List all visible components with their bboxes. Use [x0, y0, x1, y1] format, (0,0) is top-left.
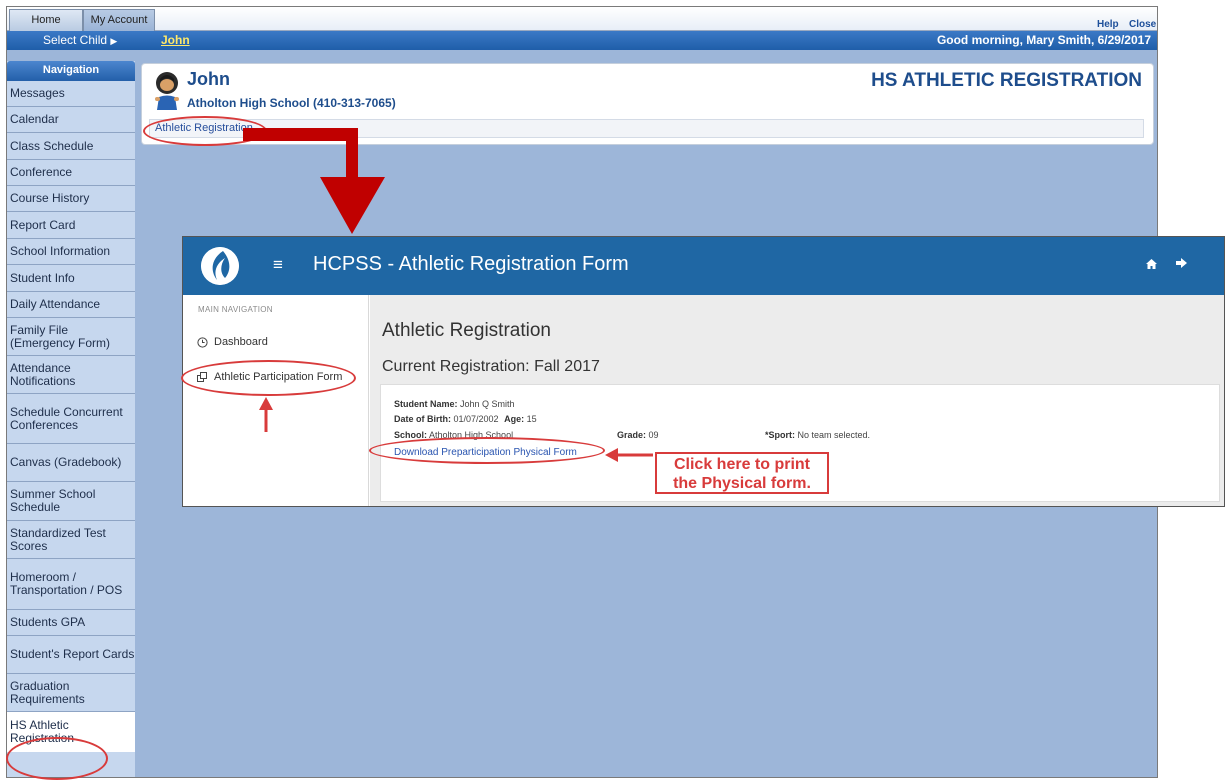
sport-row: *Sport: No team selected.: [765, 430, 870, 440]
highlight-oval-hs-athletic-registration: [6, 737, 108, 780]
hcpss-app-title: HCPSS - Athletic Registration Form: [313, 253, 629, 275]
student-name-row: Student Name: John Q Smith: [394, 399, 515, 409]
nav-item-messages[interactable]: Messages: [7, 81, 135, 107]
chevron-right-icon: ▶: [110, 36, 118, 46]
student-name: John: [187, 69, 230, 89]
close-link[interactable]: Close: [1129, 19, 1156, 30]
nav-item-students-gpa[interactable]: Students GPA: [7, 610, 135, 636]
registration-heading: Athletic Registration: [382, 320, 551, 341]
nav-item-family-file[interactable]: Family File (Emergency Form): [7, 318, 135, 356]
nav-item-summer-school-schedule[interactable]: Summer School Schedule: [7, 482, 135, 521]
navigation-header: Navigation: [7, 61, 135, 81]
tab-my-account[interactable]: My Account: [83, 9, 155, 31]
age-value: 15: [526, 414, 537, 424]
nav-item-students-report-cards[interactable]: Student's Report Cards: [7, 636, 135, 674]
dob-value: 01/07/2002: [453, 414, 499, 424]
dob-label: Date of Birth:: [394, 414, 451, 424]
select-child-text: Select Child: [43, 33, 108, 47]
nav-item-graduation-requirements[interactable]: Graduation Requirements: [7, 674, 135, 712]
greeting-text: Good morning, Mary Smith, 6/29/2017: [936, 33, 1151, 47]
nav-item-attendance-notifications[interactable]: Attendance Notifications: [7, 356, 135, 394]
nav-item-student-info[interactable]: Student Info: [7, 265, 135, 292]
dob-row: Date of Birth: 01/07/2002 Age: 15: [394, 414, 537, 424]
grade-value: 09: [648, 430, 659, 440]
hcpss-header: ≡ HCPSS - Athletic Registration Form: [183, 237, 1224, 295]
child-name-link[interactable]: John: [161, 33, 190, 47]
student-header-panel: John Atholton High School (410-313-7065)…: [141, 63, 1154, 145]
nav-dashboard[interactable]: Dashboard: [197, 336, 268, 348]
student-avatar-icon: [155, 72, 179, 110]
home-icon[interactable]: [1146, 259, 1157, 269]
student-full-name: John Q Smith: [460, 399, 515, 409]
clock-icon: [197, 336, 208, 348]
callout-line-1: Click here to print: [673, 456, 811, 473]
callout-line-2: the Physical form.: [673, 475, 811, 492]
nav-item-homeroom-transportation-pos[interactable]: Homeroom / Transportation / POS: [7, 559, 135, 610]
hcpss-sidebar: MAIN NAVIGATION Dashboard Athletic Parti…: [183, 295, 369, 506]
tab-home[interactable]: Home: [9, 9, 83, 31]
nav-item-daily-attendance[interactable]: Daily Attendance: [7, 292, 135, 318]
help-link[interactable]: Help: [1097, 19, 1119, 30]
student-school: Atholton High School (410-313-7065): [187, 96, 396, 110]
sport-label: *Sport:: [765, 430, 795, 440]
nav-item-report-card[interactable]: Report Card: [7, 212, 135, 239]
nav-item-calendar[interactable]: Calendar: [7, 107, 135, 133]
hamburger-menu-icon[interactable]: ≡: [273, 255, 283, 275]
hcpss-logo-icon: [201, 247, 239, 285]
nav-item-schedule-concurrent-conferences[interactable]: Schedule Concurrent Conferences: [7, 394, 135, 444]
sign-out-icon[interactable]: [1176, 258, 1187, 268]
breadcrumb: Athletic Registration: [149, 119, 1144, 138]
highlight-oval-download-link: [369, 437, 605, 464]
nav-item-school-information[interactable]: School Information: [7, 239, 135, 265]
highlight-oval-participation-form: [181, 360, 356, 396]
grade-row: Grade: 09: [617, 430, 659, 440]
child-select-bar: Select Child ▶ John Good morning, Mary S…: [7, 31, 1157, 50]
student-name-label: Student Name:: [394, 399, 458, 409]
nav-item-conference[interactable]: Conference: [7, 160, 135, 186]
grade-label: Grade:: [617, 430, 647, 440]
left-navigation: Navigation Messages Calendar Class Sched…: [7, 61, 135, 777]
current-registration-heading: Current Registration: Fall 2017: [382, 358, 600, 375]
callout-print-physical-form: Click here to print the Physical form.: [655, 452, 829, 494]
nav-dashboard-label: Dashboard: [214, 336, 268, 348]
nav-item-course-history[interactable]: Course History: [7, 186, 135, 212]
select-child-label: Select Child ▶: [43, 33, 117, 47]
sport-value: No team selected.: [797, 430, 871, 440]
highlight-oval-breadcrumb: [143, 116, 267, 146]
page-title: HS ATHLETIC REGISTRATION: [871, 70, 1142, 91]
nav-item-canvas-gradebook[interactable]: Canvas (Gradebook): [7, 444, 135, 482]
age-label: Age:: [504, 414, 525, 424]
nav-item-standardized-test-scores[interactable]: Standardized Test Scores: [7, 521, 135, 559]
main-navigation-label: MAIN NAVIGATION: [198, 305, 273, 314]
top-bar: Home My Account Help Close: [7, 7, 1157, 31]
nav-item-class-schedule[interactable]: Class Schedule: [7, 133, 135, 160]
